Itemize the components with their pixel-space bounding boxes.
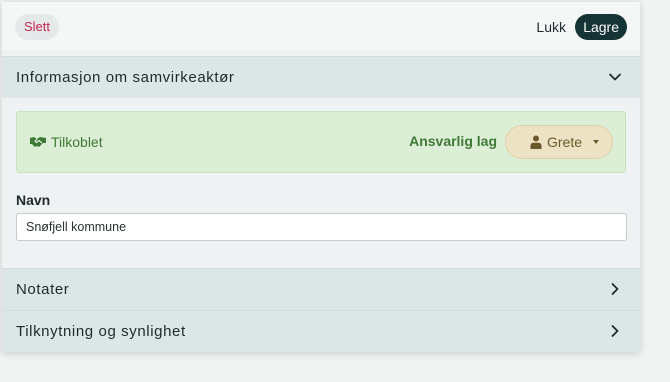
toolbar: Slett Lukk Lagre bbox=[2, 2, 640, 50]
handshake-icon bbox=[30, 137, 46, 147]
section-title: Notater bbox=[16, 281, 70, 298]
responsible-owner-select[interactable]: Grete bbox=[505, 125, 613, 159]
connection-status-box: Tilkoblet Ansvarlig lag Grete bbox=[16, 111, 626, 173]
caret-down-icon bbox=[593, 140, 599, 144]
chevron-down-icon bbox=[609, 73, 621, 81]
section-title: Tilknytning og synlighet bbox=[16, 323, 186, 340]
save-button[interactable]: Lagre bbox=[575, 14, 627, 40]
section-header-info[interactable]: Informasjon om samvirkeaktør bbox=[2, 56, 640, 98]
responsible-team-label: Ansvarlig lag bbox=[409, 133, 497, 149]
status-label: Tilkoblet bbox=[51, 134, 103, 150]
person-icon bbox=[530, 135, 542, 149]
owner-name: Grete bbox=[547, 134, 583, 150]
close-button[interactable]: Lukk bbox=[536, 14, 566, 40]
name-field[interactable] bbox=[16, 213, 627, 241]
samvirkeaktor-panel: Slett Lukk Lagre Informasjon om samvirke… bbox=[2, 2, 640, 352]
section-header-notes[interactable]: Notater bbox=[2, 268, 640, 310]
section-header-affiliation[interactable]: Tilknytning og synlighet bbox=[2, 310, 640, 352]
name-field-label: Navn bbox=[16, 192, 51, 208]
chevron-right-icon bbox=[611, 325, 619, 337]
section-title: Informasjon om samvirkeaktør bbox=[16, 69, 235, 86]
chevron-right-icon bbox=[611, 283, 619, 295]
delete-button[interactable]: Slett bbox=[15, 14, 60, 40]
